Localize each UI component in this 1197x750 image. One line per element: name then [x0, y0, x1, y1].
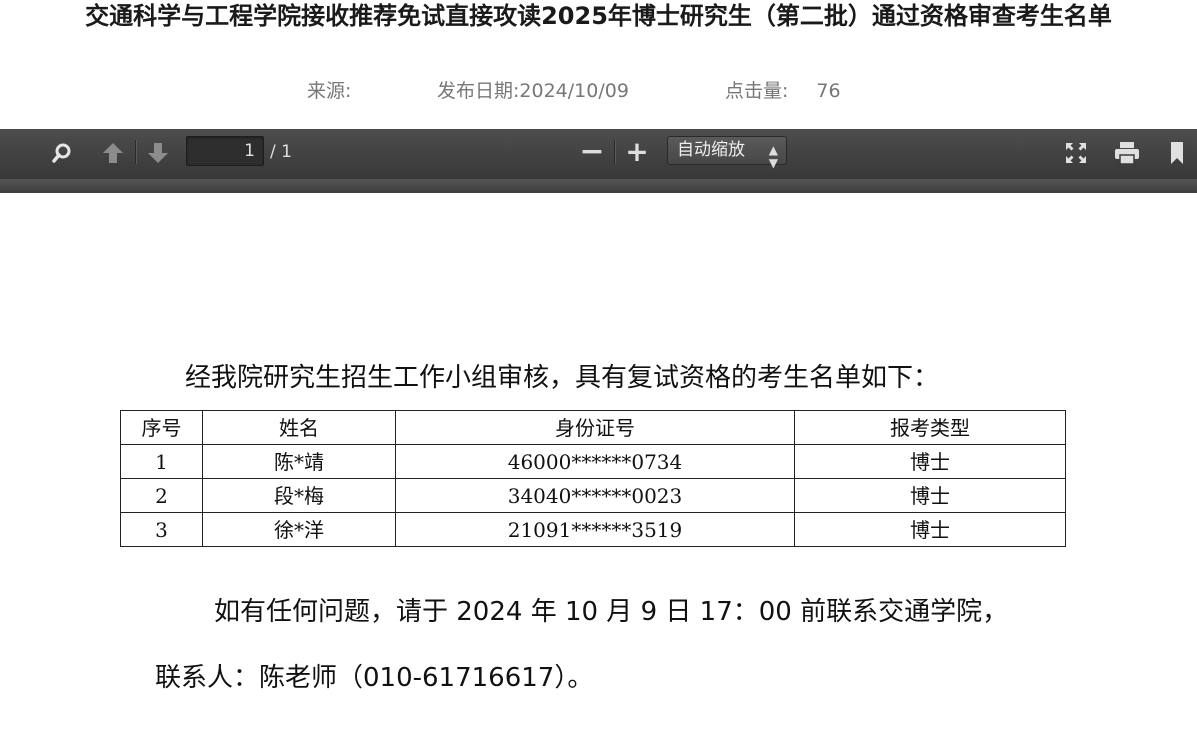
- arrow-down-icon[interactable]: [144, 140, 172, 166]
- table-cell-id: 21091******3519: [395, 512, 795, 547]
- table-cell-index: 3: [120, 512, 203, 547]
- bookmark-icon[interactable]: [1164, 140, 1190, 166]
- zoom-select-value: 自动缩放: [677, 140, 745, 160]
- table-cell-id: 46000******0734: [395, 444, 795, 479]
- candidate-table: 序号 姓名 身份证号 报考类型 1 陈*靖 46000******0734 博士…: [120, 410, 1066, 547]
- contact-note: 如有任何问题，请于 2024 年 10 月 9 日 17：00 前联系交通学院，: [214, 597, 1009, 627]
- table-cell-name: 陈*靖: [202, 444, 396, 479]
- page-number-input[interactable]: 1: [186, 136, 264, 166]
- table-cell-type: 博士: [794, 512, 1066, 547]
- select-caret-icon: ▲ ▼: [768, 143, 778, 170]
- table-cell-name: 徐*洋: [202, 512, 396, 547]
- table-cell-name: 段*梅: [202, 478, 396, 513]
- table-cell-index: 1: [120, 444, 203, 479]
- printer-icon[interactable]: [1112, 140, 1142, 166]
- table-header-row: 序号 姓名 身份证号 报考类型: [120, 410, 1066, 445]
- source-label: 来源:: [307, 80, 352, 102]
- table-row: 3 徐*洋 21091******3519 博士: [120, 512, 1066, 547]
- zoom-out-button[interactable]: −: [578, 137, 606, 167]
- table-cell-type: 博士: [794, 478, 1066, 513]
- table-row: 1 陈*靖 46000******0734 博士: [120, 444, 1066, 479]
- table-row: 2 段*梅 34040******0023 博士: [120, 478, 1066, 513]
- column-header: 身份证号: [395, 410, 795, 445]
- zoom-in-button[interactable]: +: [623, 137, 651, 167]
- date-value: 2024/10/09: [519, 80, 629, 102]
- table-cell-type: 博士: [794, 444, 1066, 479]
- meta-date: 发布日期:2024/10/09: [437, 78, 629, 104]
- intro-text: 经我院研究生招生工作小组审核，具有复试资格的考生名单如下：: [185, 363, 940, 393]
- fullscreen-icon[interactable]: [1062, 140, 1090, 166]
- meta-source: 来源:: [307, 78, 357, 104]
- page-count: / 1: [270, 142, 292, 162]
- table-cell-id: 34040******0023: [395, 478, 795, 513]
- column-header: 报考类型: [794, 410, 1066, 445]
- page-title: 交通科学与工程学院接收推荐免试直接攻读2025年博士研究生（第二批）通过资格审查…: [85, 2, 1112, 30]
- hits-value: 76: [816, 80, 841, 102]
- date-label: 发布日期:: [437, 80, 520, 102]
- arrow-up-icon[interactable]: [99, 140, 127, 166]
- column-header: 姓名: [202, 410, 396, 445]
- toolbar-divider: [614, 140, 615, 164]
- search-icon[interactable]: [48, 140, 76, 166]
- toolbar-shadow: [0, 179, 1197, 193]
- table-cell-index: 2: [120, 478, 203, 513]
- contact-person: 联系人：陈老师（010-61716617）。: [155, 663, 594, 693]
- column-header: 序号: [120, 410, 203, 445]
- toolbar-divider: [135, 140, 136, 164]
- zoom-select[interactable]: 自动缩放 ▲ ▼: [667, 136, 787, 170]
- meta-hits: 点击量: 76: [725, 78, 841, 104]
- hits-label: 点击量:: [725, 80, 789, 102]
